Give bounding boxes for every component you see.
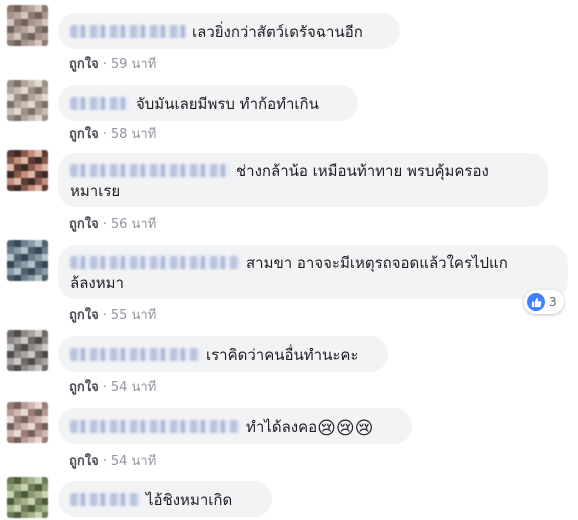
comment-time[interactable]: 59 นาที (111, 57, 156, 72)
like-button[interactable]: ถูกใจ (69, 217, 99, 232)
comment-meta: ถูกใจ · 58 นาที (69, 123, 156, 144)
comment-bubble: ช่างกล้าน้อ เหมือนท้าทาย พรบคุ้มครอง หมา… (58, 153, 548, 207)
avatar[interactable] (7, 330, 48, 371)
avatar-pixel (42, 185, 48, 191)
comment-bubble: สามขา อาจจะมีเหตุรถจอดแล้วใครไปแก ล้ลงหม… (58, 245, 568, 299)
commenter-name[interactable] (70, 97, 130, 110)
comment-bubble: เลวยิ่งกว่าสัตว์เดรัจฉานอีก (58, 13, 400, 49)
like-button[interactable]: ถูกใจ (69, 454, 99, 469)
like-button[interactable]: ถูกใจ (69, 57, 99, 72)
comment-meta: ถูกใจ · 54 นาที (69, 450, 156, 471)
reaction-count: 3 (549, 295, 557, 309)
comment-text: เลวยิ่งกว่าสัตว์เดรัจฉานอีก (192, 23, 363, 41)
like-thumb-icon (527, 293, 545, 311)
avatar-pixel (42, 40, 48, 46)
separator-dot: · (102, 380, 107, 395)
separator-dot: · (102, 57, 107, 72)
like-button[interactable]: ถูกใจ (69, 380, 99, 395)
avatar-pixel (42, 365, 48, 371)
separator-dot: · (102, 217, 107, 232)
commenter-name[interactable] (70, 420, 240, 433)
commenter-name[interactable] (70, 25, 186, 38)
separator-dot: · (102, 308, 107, 323)
comment-meta: ถูกใจ · 59 นาที (69, 53, 156, 74)
comment-time[interactable]: 58 นาที (111, 127, 156, 142)
separator-dot: · (102, 127, 107, 142)
commenter-name[interactable] (70, 493, 140, 506)
crying-face-icon: 😢😢😢 (317, 418, 374, 439)
reaction-count-badge[interactable]: 3 (524, 290, 564, 314)
avatar[interactable] (7, 80, 48, 121)
comment-bubble: เราคิดว่าคนอื่นทำนะคะ (58, 336, 388, 372)
comment-bubble: ทำได้ลงคอ😢😢😢 (58, 408, 412, 444)
comment-text: จับมันเลยมีพรบ ทำก้อทำเกิน (136, 95, 319, 113)
commenter-name[interactable] (70, 164, 230, 177)
comment-text-line2: ล้ลงหมา (70, 274, 124, 292)
comment-time[interactable]: 55 นาที (111, 308, 156, 323)
separator-dot: · (102, 454, 107, 469)
comment-text: ไอ้ชิงหมาเกิด (146, 491, 233, 509)
comment-text: เราคิดว่าคนอื่นทำนะคะ (206, 346, 359, 364)
like-button[interactable]: ถูกใจ (69, 127, 99, 142)
comment-meta: ถูกใจ · 55 นาที (69, 304, 156, 325)
avatar[interactable] (7, 240, 48, 281)
avatar[interactable] (7, 477, 48, 518)
comment-time[interactable]: 56 นาที (111, 217, 156, 232)
comment-time[interactable]: 54 นาที (111, 454, 156, 469)
comment-bubble: ไอ้ชิงหมาเกิด (58, 481, 272, 517)
comment-bubble: จับมันเลยมีพรบ ทำก้อทำเกิน (58, 85, 358, 121)
avatar[interactable] (7, 150, 48, 191)
commenter-name[interactable] (70, 256, 240, 269)
like-button[interactable]: ถูกใจ (69, 308, 99, 323)
comment-text: ช่างกล้าน้อ เหมือนท้าทาย พรบคุ้มครอง (236, 162, 489, 180)
comment-text: ทำได้ลงคอ (246, 418, 318, 436)
avatar[interactable] (7, 402, 48, 443)
avatar-pixel (42, 275, 48, 281)
avatar-pixel (42, 437, 48, 443)
avatar-pixel (42, 115, 48, 121)
comment-text-line2: หมาเรย (70, 182, 121, 200)
avatar-pixel (42, 512, 48, 518)
comment-text: สามขา อาจจะมีเหตุรถจอดแล้วใครไปแก (246, 254, 508, 272)
comment-time[interactable]: 54 นาที (111, 380, 156, 395)
avatar[interactable] (7, 5, 48, 46)
commenter-name[interactable] (70, 348, 200, 361)
comment-meta: ถูกใจ · 54 นาที (69, 376, 156, 397)
comment-meta: ถูกใจ · 56 นาที (69, 213, 156, 234)
